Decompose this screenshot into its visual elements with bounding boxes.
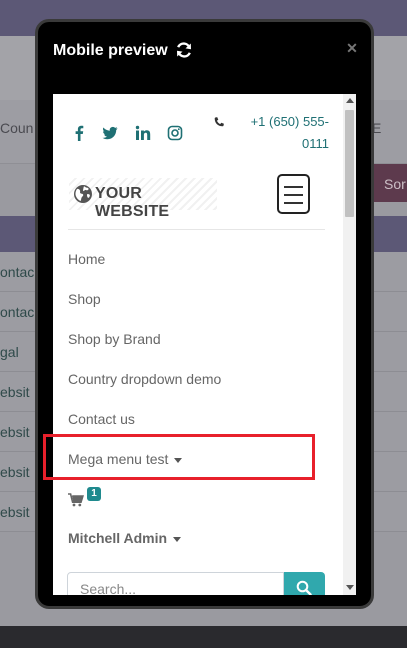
user-name: Mitchell Admin — [68, 530, 168, 546]
phone-number-line1: +1 (650) 555- — [250, 114, 329, 129]
nav-item-home[interactable]: Home — [68, 251, 105, 267]
site-logo[interactable]: YOUR WEBSITE — [69, 178, 217, 220]
modal-header: Mobile preview ✕ — [38, 22, 371, 80]
scroll-down-arrow-icon[interactable] — [346, 585, 354, 590]
nav-item-shop-by-brand[interactable]: Shop by Brand — [68, 331, 161, 347]
phone-number-line2: 0111 — [302, 136, 329, 151]
website-preview: +1 (650) 555- 0111 YOUR WEBSITE Home Sho… — [53, 94, 343, 595]
phone-icon — [214, 117, 224, 127]
caret-down-icon — [173, 536, 182, 542]
user-menu[interactable]: Mitchell Admin — [68, 530, 182, 546]
globe-icon — [74, 185, 92, 203]
cart-count-badge: 1 — [87, 487, 101, 501]
nav-item-contact-us[interactable]: Contact us — [68, 411, 135, 427]
instagram-icon[interactable] — [167, 125, 183, 141]
scroll-thumb[interactable] — [345, 110, 354, 217]
background-sort-button: Sor — [372, 164, 407, 202]
modal-title: Mobile preview — [53, 42, 168, 59]
hamburger-line — [284, 202, 303, 204]
search-form — [67, 572, 327, 595]
background-filter-label: Coun — [0, 120, 34, 136]
caret-down-icon — [174, 457, 183, 463]
phone-number[interactable]: +1 (650) 555- 0111 — [229, 111, 329, 155]
hamburger-line — [284, 194, 303, 196]
search-input[interactable] — [67, 572, 284, 595]
mobile-viewport: +1 (650) 555- 0111 YOUR WEBSITE Home Sho… — [53, 94, 356, 595]
scroll-up-arrow-icon[interactable] — [346, 98, 354, 103]
nav-divider — [68, 229, 325, 230]
menu-toggle-button[interactable] — [277, 174, 310, 214]
search-icon — [296, 580, 312, 595]
nav-item-country-dropdown-demo[interactable]: Country dropdown demo — [68, 371, 221, 387]
refresh-icon[interactable] — [175, 41, 193, 59]
close-icon[interactable]: ✕ — [345, 41, 359, 55]
hamburger-line — [284, 186, 303, 188]
background-footer — [0, 626, 407, 648]
nav-item-shop[interactable]: Shop — [68, 291, 101, 307]
twitter-icon[interactable] — [102, 125, 118, 141]
search-button[interactable] — [284, 572, 325, 595]
mobile-preview-modal: Mobile preview ✕ +1 (650) 555- 0111 YOUR… — [35, 19, 374, 609]
facebook-icon[interactable] — [71, 125, 87, 141]
cart-link[interactable]: 1 — [68, 487, 108, 511]
shopping-cart-icon — [68, 493, 84, 507]
logo-text: YOUR WEBSITE — [95, 185, 170, 220]
nav-item-mega-menu-test[interactable]: Mega menu test — [68, 451, 183, 467]
mega-menu-label: Mega menu test — [68, 451, 169, 467]
scrollbar[interactable] — [343, 94, 356, 595]
linkedin-icon[interactable] — [135, 125, 151, 141]
